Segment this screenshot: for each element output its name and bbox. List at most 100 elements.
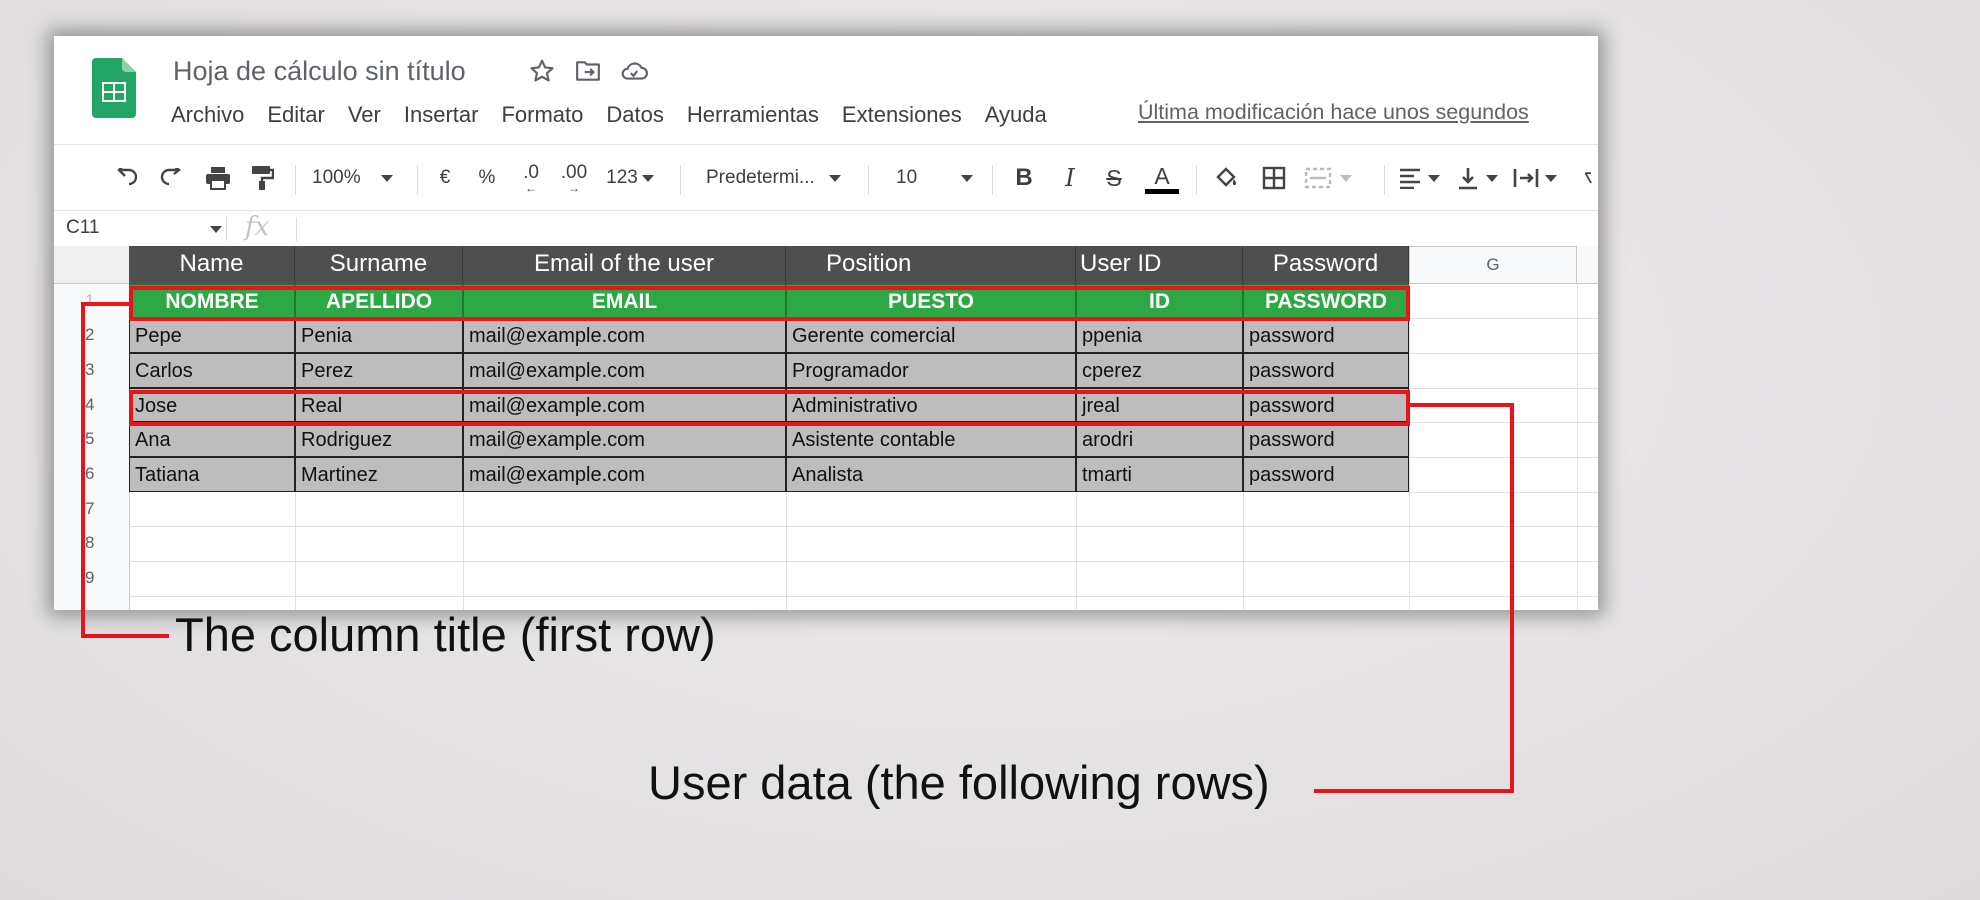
zoom-select[interactable]: 100% (312, 155, 402, 201)
table-cell[interactable]: Penia (295, 318, 463, 353)
annotation-line-right-vertical (1510, 403, 1514, 793)
increase-decimals-label: .00 (560, 162, 588, 183)
menu-extensiones[interactable]: Extensiones (842, 102, 962, 128)
chevron-down-icon (828, 174, 841, 182)
column-header-h (1577, 246, 1598, 284)
row-number-9[interactable]: 9 (54, 561, 129, 595)
table-cell[interactable]: mail@example.com (463, 457, 786, 492)
currency-format-button[interactable]: € (430, 155, 460, 201)
redo-icon[interactable] (154, 155, 190, 201)
menu-ver[interactable]: Ver (348, 102, 381, 128)
annotation-line-left-vertical (81, 302, 85, 638)
horizontal-align-icon[interactable] (1394, 155, 1444, 201)
merge-cells-icon[interactable] (1298, 155, 1358, 201)
font-size-select[interactable]: 10 (896, 155, 986, 201)
table-cell[interactable]: password (1243, 353, 1409, 388)
menu-ayuda[interactable]: Ayuda (985, 102, 1047, 128)
more-formats-select[interactable]: 123 (602, 155, 658, 201)
row-number-3[interactable]: 3 (54, 353, 129, 387)
column-header-name[interactable]: Name (129, 246, 295, 284)
menu-bar: Archivo Editar Ver Insertar Formato Dato… (171, 102, 1070, 128)
table-cell[interactable]: Carlos (129, 353, 295, 388)
menu-formato[interactable]: Formato (501, 102, 583, 128)
strikethrough-icon[interactable]: S (1096, 155, 1132, 201)
font-family-select[interactable]: Predetermi... (706, 155, 866, 201)
table-cell[interactable]: mail@example.com (463, 353, 786, 388)
table-cell[interactable]: Ana (129, 422, 295, 457)
row-number-4[interactable]: 4 (54, 388, 129, 422)
formula-input[interactable] (304, 213, 1594, 245)
table-cell[interactable]: Martinez (295, 457, 463, 492)
last-modified-link[interactable]: Última modificación hace unos segundos (1138, 100, 1529, 125)
print-icon[interactable] (200, 155, 236, 201)
table-cell[interactable]: password (1243, 457, 1409, 492)
vertical-align-icon[interactable] (1452, 155, 1502, 201)
cloud-status-icon[interactable] (618, 54, 650, 88)
data-row-highlight (129, 390, 1410, 426)
table-cell[interactable]: Analista (786, 457, 1076, 492)
undo-icon[interactable] (108, 155, 144, 201)
select-all-corner[interactable] (54, 246, 129, 284)
zoom-value: 100% (312, 167, 361, 188)
text-color-icon[interactable]: A (1142, 155, 1182, 201)
document-title[interactable]: Hoja de cálculo sin título (173, 56, 466, 87)
menu-herramientas[interactable]: Herramientas (687, 102, 819, 128)
fx-icon: fx (245, 212, 270, 242)
table-cell[interactable]: password (1243, 422, 1409, 457)
percent-format-button[interactable]: % (472, 155, 502, 201)
menu-archivo[interactable]: Archivo (171, 102, 244, 128)
text-rotation-icon[interactable] (1584, 155, 1598, 201)
menu-insertar[interactable]: Insertar (404, 102, 479, 128)
chevron-down-icon (961, 174, 974, 182)
sheets-logo-icon[interactable] (92, 58, 136, 118)
paint-format-icon[interactable] (244, 155, 280, 201)
table-cell[interactable]: Programador (786, 353, 1076, 388)
row-number-1[interactable]: 1 (54, 284, 129, 318)
row-number-7[interactable]: 7 (54, 492, 129, 526)
bold-icon[interactable]: B (1006, 155, 1042, 201)
menu-datos[interactable]: Datos (606, 102, 663, 128)
column-header-position[interactable]: Position (786, 246, 1076, 284)
column-header-user-id[interactable]: User ID (1076, 246, 1243, 284)
table-cell[interactable]: Tatiana (129, 457, 295, 492)
table-cell[interactable]: Pepe (129, 318, 295, 353)
table-cell[interactable]: password (1243, 318, 1409, 353)
column-header-surname[interactable]: Surname (295, 246, 463, 284)
row-number-6[interactable]: 6 (54, 457, 129, 491)
decrease-decimals-label: .0 (523, 162, 539, 183)
row-number-8[interactable]: 8 (54, 526, 129, 560)
font-size-value: 10 (896, 167, 918, 188)
name-box[interactable]: C11 (66, 217, 99, 239)
column-header-email[interactable]: Email of the user (463, 246, 786, 284)
table-cell[interactable]: mail@example.com (463, 422, 786, 457)
formula-bar: C11 fx (54, 210, 1598, 248)
fill-color-icon[interactable] (1208, 155, 1244, 201)
text-wrap-icon[interactable] (1510, 155, 1560, 201)
column-header-g[interactable]: G (1409, 246, 1577, 284)
table-cell[interactable]: ppenia (1076, 318, 1243, 353)
increase-decimals-button[interactable]: .00 → (554, 155, 594, 201)
star-icon[interactable] (526, 54, 558, 88)
row-number-5[interactable]: 5 (54, 422, 129, 456)
table-cell[interactable]: Perez (295, 353, 463, 388)
table-cell[interactable]: cperez (1076, 353, 1243, 388)
decrease-decimals-button[interactable]: .0 ← (514, 155, 548, 201)
table-cell[interactable]: mail@example.com (463, 318, 786, 353)
menu-editar[interactable]: Editar (267, 102, 324, 128)
table-cell[interactable]: tmarti (1076, 457, 1243, 492)
annotation-line-left-top (81, 302, 131, 306)
title-actions (526, 54, 650, 88)
row-number-2[interactable]: 2 (54, 318, 129, 352)
borders-icon[interactable] (1256, 155, 1292, 201)
annotation-line-left-bottom (81, 634, 169, 638)
table-cell[interactable]: arodri (1076, 422, 1243, 457)
chevron-down-icon[interactable] (210, 226, 222, 233)
chevron-down-icon (380, 174, 393, 182)
table-cell[interactable]: Gerente comercial (786, 318, 1076, 353)
table-cell[interactable]: Rodriguez (295, 422, 463, 457)
column-header-password[interactable]: Password (1243, 246, 1409, 284)
italic-icon[interactable]: I (1052, 155, 1088, 201)
table-cell[interactable]: Asistente contable (786, 422, 1076, 457)
arrow-right-icon: → (568, 181, 580, 195)
move-folder-icon[interactable] (572, 54, 604, 88)
